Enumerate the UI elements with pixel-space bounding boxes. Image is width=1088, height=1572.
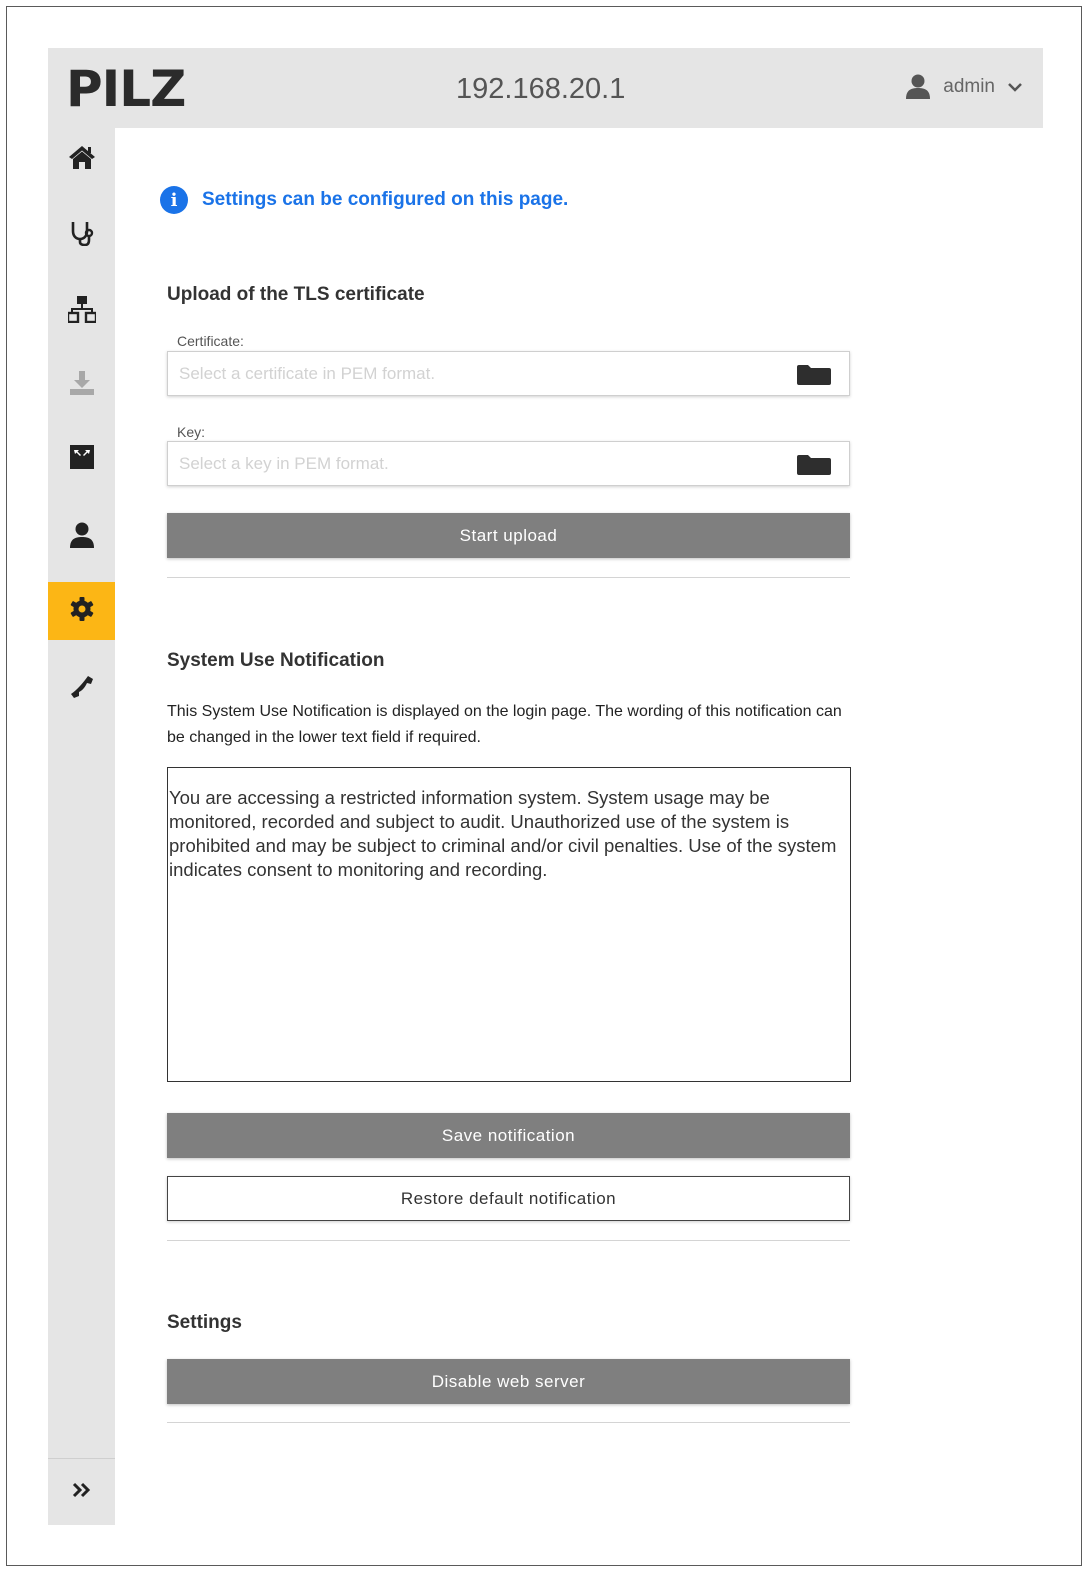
pilz-logo[interactable]: PILZ (66, 62, 186, 116)
stethoscope-icon (70, 220, 94, 251)
start-upload-button[interactable]: Start upload (167, 513, 850, 558)
network-icon (66, 295, 97, 328)
folder-icon[interactable] (797, 455, 831, 480)
sidebar-item-settings[interactable] (48, 582, 115, 640)
section-divider (167, 1240, 850, 1241)
sidebar-item-expand[interactable] (48, 430, 115, 488)
save-notification-button[interactable]: Save notification (167, 1113, 850, 1158)
sidebar-item-contact[interactable] (48, 660, 115, 718)
certificate-placeholder: Select a certificate in PEM format. (179, 364, 436, 383)
sidebar-item-network[interactable] (48, 282, 115, 340)
top-header: PILZ 192.168.20.1 admin (48, 48, 1043, 128)
double-chevron-right-icon (72, 1482, 92, 1503)
sidebar-divider (48, 1458, 115, 1459)
sidebar-item-home[interactable] (48, 130, 115, 188)
home-icon (68, 144, 96, 175)
section-divider (167, 577, 850, 578)
section-divider (167, 1422, 850, 1423)
settings-section-title: Settings (167, 1312, 242, 1333)
user-menu[interactable]: admin (905, 74, 1023, 100)
user-icon (905, 74, 931, 100)
key-file-input[interactable]: Select a key in PEM format. (167, 441, 850, 486)
device-ip-address: 192.168.20.1 (456, 73, 626, 105)
download-icon (69, 370, 95, 401)
phone-icon (70, 675, 94, 704)
certificate-file-input[interactable]: Select a certificate in PEM format. (167, 351, 850, 396)
notification-description: This System Use Notification is displaye… (167, 703, 842, 746)
sidebar (48, 128, 115, 1525)
info-icon: i (160, 186, 188, 214)
user-name: admin (943, 76, 995, 97)
certificate-label: Certificate: (177, 333, 244, 349)
info-message: i Settings can be configured on this pag… (160, 186, 568, 214)
notification-section-title: System Use Notification (167, 650, 385, 671)
disable-web-server-button[interactable]: Disable web server (167, 1359, 850, 1404)
key-placeholder: Select a key in PEM format. (179, 454, 389, 473)
restore-default-notification-button[interactable]: Restore default notification (167, 1176, 850, 1221)
sidebar-item-users[interactable] (48, 508, 115, 566)
sidebar-expand-toggle[interactable] (48, 1463, 115, 1521)
expand-icon (69, 444, 94, 474)
sidebar-item-download[interactable] (48, 356, 115, 414)
info-message-text: Settings can be configured on this page. (202, 189, 569, 210)
chevron-down-icon (1007, 81, 1023, 93)
tls-section-title: Upload of the TLS certificate (167, 284, 425, 305)
folder-icon[interactable] (797, 365, 831, 390)
key-label: Key: (177, 424, 206, 440)
gear-icon (70, 596, 94, 626)
notification-textarea[interactable]: You are accessing a restricted informati… (167, 767, 851, 1082)
sidebar-item-diagnostics[interactable] (48, 206, 115, 264)
user-icon (69, 522, 94, 553)
